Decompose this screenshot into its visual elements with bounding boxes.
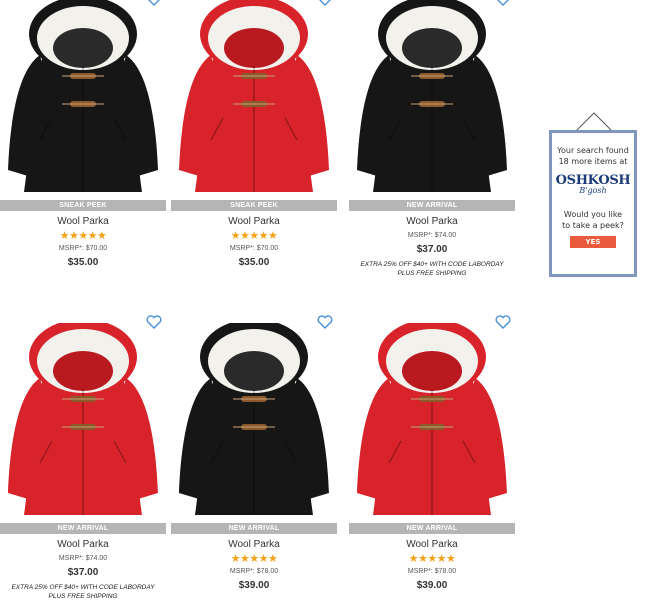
heart-icon[interactable]	[495, 315, 511, 329]
yes-button[interactable]: YES	[570, 236, 616, 248]
product-name[interactable]: Wool Parka	[171, 216, 337, 228]
status-badge: SNEAK PEEK	[171, 200, 337, 211]
product-image[interactable]	[0, 315, 166, 523]
hood-lining	[224, 28, 284, 68]
msrp-text: MSRP*: $70.00	[229, 245, 279, 252]
product-card[interactable]: NEW ARRIVAL Wool Parka MSRP*: $74.00 $37…	[349, 0, 515, 278]
product-card[interactable]: NEW ARRIVAL Wool Parka MSRP*: $74.00 $37…	[0, 315, 166, 601]
parka-image	[179, 0, 329, 192]
price-text: $39.00	[416, 580, 448, 591]
heart-icon[interactable]	[317, 0, 333, 6]
msrp-text: MSRP*: $78.00	[407, 568, 457, 575]
heart-icon[interactable]	[146, 0, 162, 6]
promo-text: EXTRA 25% OFF $40+ WITH CODE LABORDAY PL…	[337, 260, 527, 278]
product-card[interactable]: NEW ARRIVAL Wool Parka ★★★★★ MSRP*: $78.…	[171, 315, 337, 593]
status-badge: NEW ARRIVAL	[349, 200, 515, 211]
rating-stars: ★★★★★	[230, 553, 278, 565]
product-image[interactable]	[349, 315, 515, 523]
ad-message: Your search found 18 more items at	[552, 145, 634, 167]
parka-image	[357, 323, 507, 515]
parka-image	[8, 0, 158, 192]
hood-lining	[53, 351, 113, 391]
msrp-text: MSRP*: $74.00	[58, 555, 108, 562]
product-card[interactable]: SNEAK PEEK Wool Parka ★★★★★ MSRP*: $70.0…	[171, 0, 337, 270]
ad-question: Would you like to take a peek?	[552, 209, 634, 231]
product-image[interactable]	[171, 0, 337, 200]
price-text: $39.00	[238, 580, 270, 591]
product-name[interactable]: Wool Parka	[0, 216, 166, 228]
status-badge: NEW ARRIVAL	[0, 523, 166, 534]
product-image[interactable]	[0, 0, 166, 200]
promo-line: EXTRA 25% OFF $40+ WITH CODE LABORDAY	[11, 584, 155, 591]
msrp-text: MSRP*: $78.00	[229, 568, 279, 575]
product-card[interactable]: NEW ARRIVAL Wool Parka ★★★★★ MSRP*: $78.…	[349, 315, 515, 593]
product-name[interactable]: Wool Parka	[349, 216, 515, 228]
hood-lining	[53, 28, 113, 68]
rating-stars: ★★★★★	[230, 230, 278, 242]
product-card[interactable]: SNEAK PEEK Wool Parka ★★★★★ MSRP*: $70.0…	[0, 0, 166, 270]
msrp-text: MSRP*: $74.00	[407, 232, 457, 239]
promo-line: EXTRA 25% OFF $40+ WITH CODE LABORDAY	[360, 261, 504, 268]
hood-lining	[224, 351, 284, 391]
status-badge: NEW ARRIVAL	[171, 523, 337, 534]
ad-question-line: to take a peek?	[562, 221, 624, 230]
product-name[interactable]: Wool Parka	[349, 539, 515, 551]
parka-image	[8, 323, 158, 515]
promo-text: EXTRA 25% OFF $40+ WITH CODE LABORDAY PL…	[0, 583, 178, 601]
heart-icon[interactable]	[146, 315, 162, 329]
status-badge: SNEAK PEEK	[0, 200, 166, 211]
rating-stars: ★★★★★	[59, 230, 107, 242]
parka-image	[179, 323, 329, 515]
msrp-text: MSRP*: $70.00	[58, 245, 108, 252]
product-image[interactable]	[171, 315, 337, 523]
price-text: $35.00	[238, 257, 270, 268]
rating-stars: ★★★★★	[408, 553, 456, 565]
heart-icon[interactable]	[317, 315, 333, 329]
heart-icon[interactable]	[495, 0, 511, 6]
promo-line: PLUS FREE SHIPPING	[48, 593, 118, 600]
ad-question-line: Would you like	[563, 210, 623, 219]
product-name[interactable]: Wool Parka	[171, 539, 337, 551]
oshkosh-ad[interactable]: Your search found 18 more items at OSHKO…	[549, 130, 637, 277]
product-image[interactable]	[349, 0, 515, 200]
parka-image	[357, 0, 507, 192]
price-text: $37.00	[67, 567, 99, 578]
ad-message-line: Your search found	[557, 146, 629, 155]
ad-message-line: 18 more items at	[558, 157, 628, 166]
hood-lining	[402, 28, 462, 68]
promo-line: PLUS FREE SHIPPING	[397, 270, 467, 277]
price-text: $37.00	[416, 244, 448, 255]
price-text: $35.00	[67, 257, 99, 268]
hood-lining	[402, 351, 462, 391]
status-badge: NEW ARRIVAL	[349, 523, 515, 534]
product-name[interactable]: Wool Parka	[0, 539, 166, 551]
